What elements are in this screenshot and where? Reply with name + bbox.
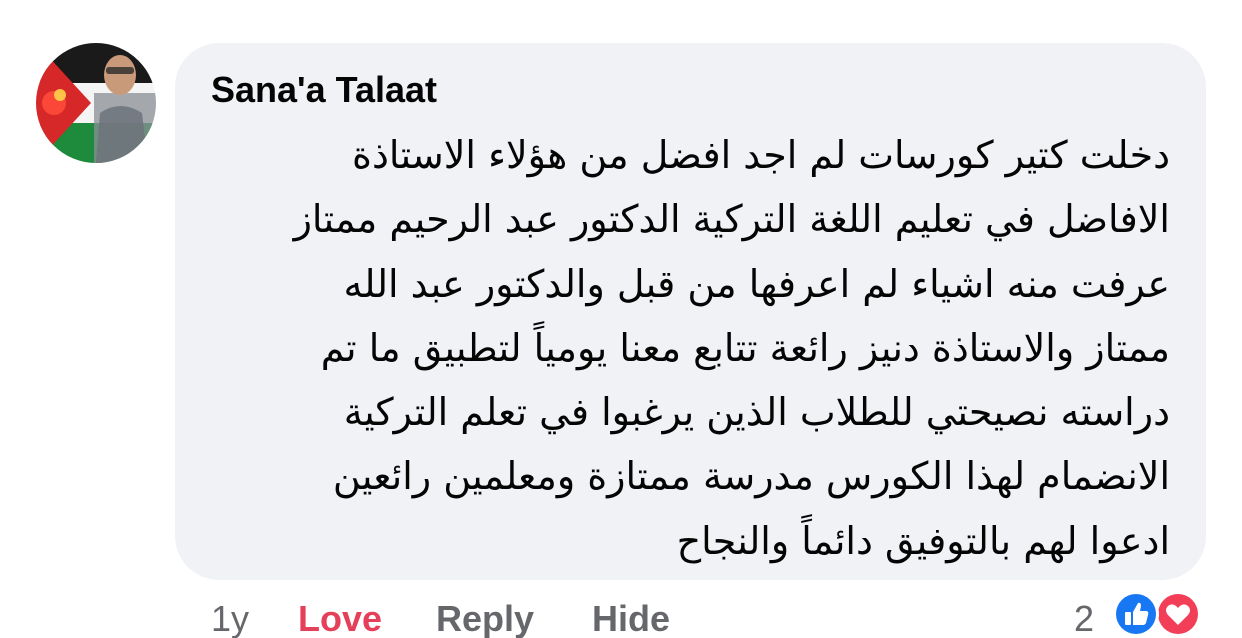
reaction-summary[interactable]: 2 [1074, 590, 1214, 638]
comment-text: دخلت كتير كورسات لم اجد افضل من هؤلاء ال… [190, 123, 1170, 573]
comment-line: عرفت منه اشياء لم اعرفها من قبل والدكتور… [343, 261, 1171, 306]
reply-button[interactable]: Reply [436, 598, 534, 638]
comment-age[interactable]: 1y [211, 598, 249, 638]
comment-line: ممتاز والاستاذة دنيز رائعة تتابع معنا يو… [320, 325, 1170, 370]
comment-actions: 1y Love Reply Hide 2 [0, 590, 1242, 638]
comment-bubble: Sana'a Talaat دخلت كتير كورسات لم اجد اف… [175, 43, 1206, 580]
reaction-count: 2 [1074, 598, 1095, 638]
love-button[interactable]: Love [298, 598, 382, 638]
comment-line: ادعوا لهم بالتوفيق دائماً والنجاح [676, 518, 1170, 563]
love-icon [1155, 591, 1201, 637]
avatar-image [36, 43, 156, 163]
comment-line: الانضمام لهذا الكورس مدرسة ممتازة ومعلمي… [332, 454, 1170, 499]
avatar[interactable] [36, 43, 156, 163]
comment-line: دخلت كتير كورسات لم اجد افضل من هؤلاء ال… [352, 133, 1170, 177]
comment-screen: Sana'a Talaat دخلت كتير كورسات لم اجد اف… [0, 0, 1242, 638]
comment-line: الافاضل في تعليم اللغة التركية الدكتور ع… [293, 197, 1170, 242]
author-name[interactable]: Sana'a Talaat [211, 69, 437, 111]
like-icon [1113, 591, 1159, 637]
comment-line: دراسته نصيحتي للطلاب الذين يرغبوا في تعل… [343, 390, 1170, 435]
hide-button[interactable]: Hide [592, 598, 670, 638]
